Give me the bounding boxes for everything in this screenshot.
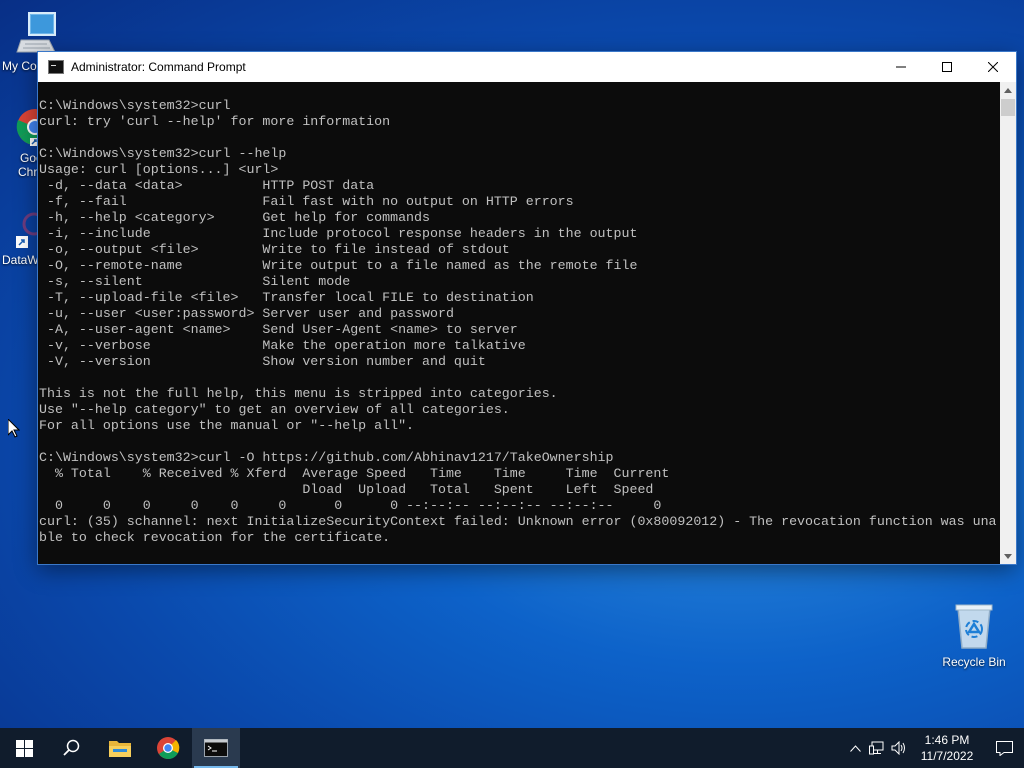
show-hidden-icons-button[interactable]: [844, 728, 866, 768]
search-icon: [63, 739, 80, 756]
taskbar-chrome[interactable]: [144, 728, 192, 768]
console-line: -T, --upload-file <file> Transfer local …: [39, 290, 534, 305]
minimize-icon: [896, 66, 906, 68]
console-line: -V, --version Show version number and qu…: [39, 354, 486, 369]
console-line: -u, --user <user:password> Server user a…: [39, 306, 454, 321]
console-line: -d, --data <data> HTTP POST data: [39, 178, 375, 193]
title-bar[interactable]: Administrator: Command Prompt: [38, 52, 1016, 82]
console-line: 0 0 0 0 0 0 0 0 --:--:-- --:--:-- --:--:…: [39, 498, 662, 513]
taskbar: 1:46 PM 11/7/2022: [0, 728, 1024, 768]
clock-time: 1:46 PM: [924, 733, 970, 747]
scroll-up-arrow[interactable]: [1000, 82, 1016, 98]
speaker-icon: [891, 741, 905, 755]
console-output[interactable]: C:\Windows\system32>curl curl: try 'curl …: [38, 82, 1000, 564]
taskbar-command-prompt[interactable]: [192, 728, 240, 768]
console-line: This is not the full help, this menu is …: [39, 386, 558, 401]
console-line: % Total % Received % Xferd Average Speed…: [39, 466, 670, 481]
console-line: Dload Upload Total Spent Left Speed: [39, 482, 654, 497]
chevron-up-icon: [1004, 87, 1012, 93]
windows-logo-icon: [15, 739, 33, 757]
console-line: curl: try 'curl --help' for more informa…: [39, 114, 391, 129]
console-line: Usage: curl [options...] <url>: [39, 162, 279, 177]
mouse-cursor-icon: [7, 417, 21, 443]
close-icon: [988, 62, 998, 72]
console-line: C:\Windows\system32>curl -O https://gith…: [39, 450, 614, 465]
window-title: Administrator: Command Prompt: [71, 60, 246, 74]
command-prompt-window[interactable]: Administrator: Command Prompt C:\Windows…: [38, 52, 1016, 564]
chevron-up-icon: [849, 744, 861, 752]
terminal-icon: [204, 739, 228, 757]
network-icon: [869, 741, 884, 755]
console-line: -i, --include Include protocol response …: [39, 226, 638, 241]
console-line: C:\Windows\system32>curl --help: [39, 146, 287, 161]
minimize-button[interactable]: [878, 52, 924, 82]
console-line: curl: (35) schannel: next InitializeSecu…: [39, 514, 997, 529]
console-line: -s, --silent Silent mode: [39, 274, 351, 289]
console-line: -h, --help <category> Get help for comma…: [39, 210, 430, 225]
network-button[interactable]: [866, 728, 888, 768]
chevron-down-icon: [1004, 553, 1012, 559]
console-line: -v, --verbose Make the operation more ta…: [39, 338, 526, 353]
clock-date: 11/7/2022: [920, 749, 974, 763]
console-line: Use "--help category" to get an overview…: [39, 402, 510, 417]
search-button[interactable]: [48, 728, 96, 768]
computer-icon: [0, 10, 74, 57]
start-button[interactable]: [0, 728, 48, 768]
console-line: For all options use the manual or "--hel…: [39, 418, 415, 433]
console-line: -f, --fail Fail fast with no output on H…: [39, 194, 574, 209]
notification-icon: [995, 740, 1013, 756]
vertical-scrollbar[interactable]: [1000, 82, 1016, 564]
taskbar-file-explorer[interactable]: [96, 728, 144, 768]
console-line: -o, --output <file> Write to file instea…: [39, 242, 510, 257]
system-tray: 1:46 PM 11/7/2022: [844, 728, 1024, 768]
action-center-button[interactable]: [984, 728, 1024, 768]
scroll-thumb[interactable]: [1001, 99, 1015, 116]
console-line: -O, --remote-name Write output to a file…: [39, 258, 638, 273]
maximize-button[interactable]: [924, 52, 970, 82]
desktop-icon-label: Recycle Bin: [942, 655, 1006, 669]
volume-button[interactable]: [888, 728, 910, 768]
cmd-app-icon: [48, 60, 64, 74]
chrome-icon: [157, 737, 180, 759]
clock[interactable]: 1:46 PM 11/7/2022: [914, 732, 980, 764]
recycle-bin-icon: [937, 602, 1011, 653]
console-line: -A, --user-agent <name> Send User-Agent …: [39, 322, 518, 337]
scroll-down-arrow[interactable]: [1000, 548, 1016, 564]
folder-icon: [109, 741, 131, 757]
console-line: ble to check revocation for the certific…: [39, 530, 391, 545]
maximize-icon: [942, 62, 952, 72]
desktop-icon-recycle-bin[interactable]: Recycle Bin: [937, 602, 1011, 669]
close-button[interactable]: [970, 52, 1016, 82]
console-line: C:\Windows\system32>curl: [39, 98, 231, 113]
